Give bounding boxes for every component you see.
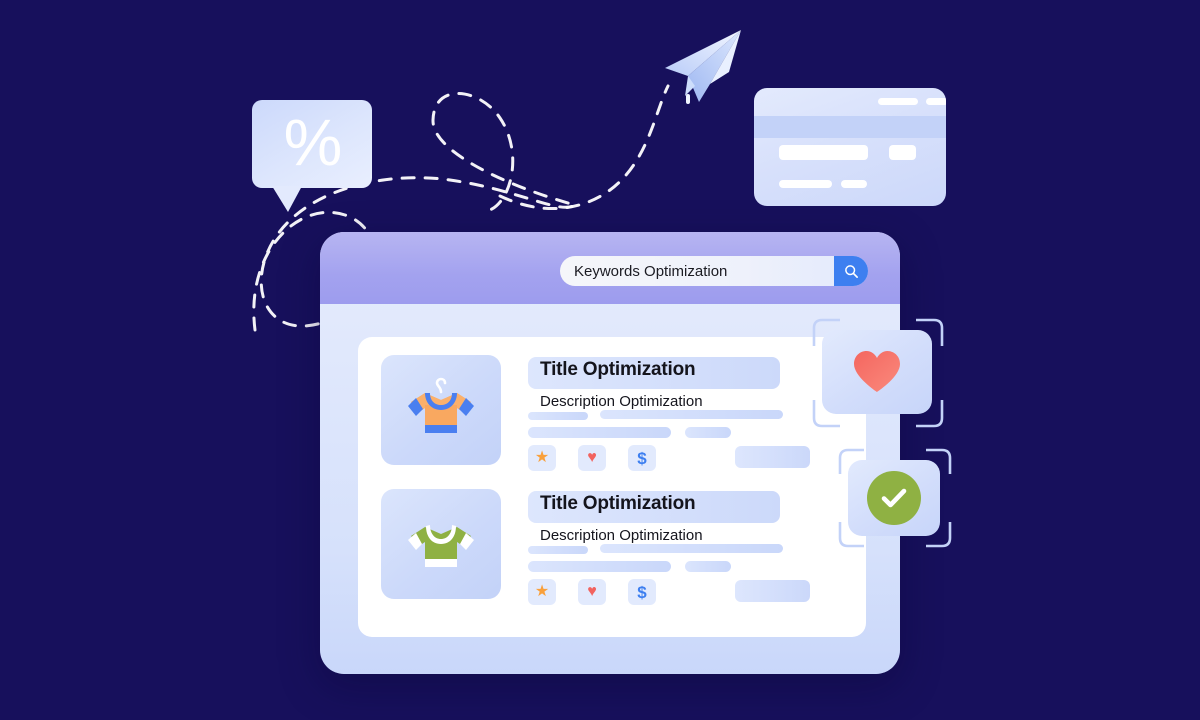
result-body: Title Optimization Description Optimizat…: [528, 489, 844, 605]
bubble-tail: [272, 186, 302, 212]
checkmark-icon: [881, 488, 907, 508]
table-row[interactable]: Title Optimization Description Optimizat…: [381, 489, 844, 605]
skeleton-bar: [685, 427, 731, 438]
results-panel: Title Optimization Description Optimizat…: [358, 337, 866, 637]
product-thumbnail: [381, 489, 501, 599]
credit-card-icon: [754, 88, 946, 206]
result-title: Title Optimization: [540, 359, 696, 380]
table-row[interactable]: Title Optimization Description Optimizat…: [381, 355, 844, 471]
illustration-canvas: % Keywords Optimization Title Optimizati…: [0, 0, 1200, 720]
skeleton-bar: [528, 412, 588, 420]
favorite-button[interactable]: ♥: [578, 445, 606, 471]
result-body: Title Optimization Description Optimizat…: [528, 355, 844, 471]
search-input[interactable]: Keywords Optimization: [560, 256, 868, 286]
product-thumbnail: [381, 355, 501, 465]
favorite-button[interactable]: ♥: [578, 579, 606, 605]
verified-card[interactable]: [848, 460, 940, 536]
result-title: Title Optimization: [540, 493, 696, 514]
card-corner-bar-1: [878, 98, 918, 105]
skeleton-bar: [528, 427, 671, 438]
search-icon: [844, 264, 858, 278]
skeleton-bar: [528, 561, 671, 572]
favorite-card[interactable]: [822, 330, 932, 414]
price-button[interactable]: $: [628, 445, 656, 471]
card-corner-bar-2: [926, 98, 946, 105]
dollar-icon: $: [637, 448, 647, 468]
browser-window: Keywords Optimization Title Optimization…: [320, 232, 900, 674]
percent-symbol: %: [283, 105, 343, 179]
card-date-bar: [841, 180, 867, 188]
star-icon: ★: [534, 583, 550, 600]
price-button[interactable]: $: [628, 579, 656, 605]
star-icon: ★: [534, 449, 550, 466]
tshirt-orange-icon: [408, 377, 474, 433]
tshirt-green-icon: [408, 525, 474, 567]
result-description: Description Optimization: [540, 393, 703, 410]
paper-plane-icon: [665, 30, 741, 104]
percent-bubble-icon: %: [252, 100, 372, 188]
skeleton-bar: [600, 410, 783, 419]
result-description: Description Optimization: [540, 527, 703, 544]
search-input-value: Keywords Optimization: [574, 262, 728, 280]
star-button[interactable]: ★: [528, 579, 556, 605]
search-button[interactable]: [834, 256, 868, 286]
skeleton-bar: [528, 546, 588, 554]
skeleton-bar: [685, 561, 731, 572]
heart-icon: ♥: [587, 449, 597, 466]
window-header: Keywords Optimization: [320, 232, 900, 304]
action-button-placeholder[interactable]: [735, 446, 810, 468]
card-cvv-bar: [889, 145, 916, 160]
heart-icon: ♥: [587, 583, 597, 600]
skeleton-bar: [600, 544, 783, 553]
card-number-bar: [779, 145, 868, 160]
card-name-bar: [779, 180, 832, 188]
action-button-placeholder[interactable]: [735, 580, 810, 602]
dollar-icon: $: [637, 582, 647, 602]
card-magnetic-stripe: [754, 116, 946, 138]
check-circle-icon: [867, 471, 921, 525]
heart-icon: [854, 351, 900, 392]
star-button[interactable]: ★: [528, 445, 556, 471]
